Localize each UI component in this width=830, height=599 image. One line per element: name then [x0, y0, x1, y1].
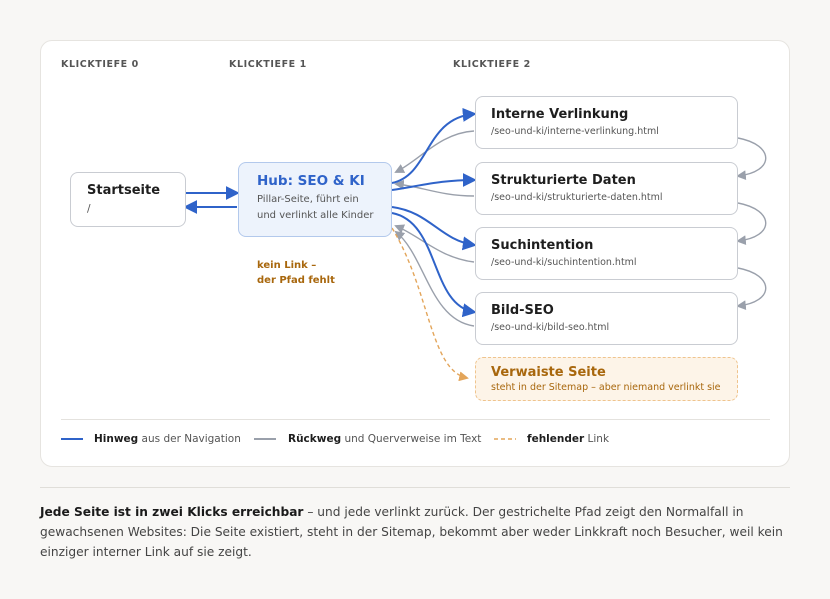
legend-back: Rückweg und Querverweise im Text: [288, 433, 481, 445]
node-title: Startseite: [87, 183, 161, 198]
node-title: Bild-SEO: [491, 303, 554, 318]
node-startseite[interactable]: Startseite /: [70, 172, 186, 227]
caption-bold: Jede Seite ist in zwei Klicks erreichbar: [40, 505, 304, 519]
section-divider: [40, 487, 790, 488]
node-interne-verlinkung[interactable]: Interne Verlinkung /seo-und-ki/interne-v…: [475, 96, 738, 149]
node-title: Suchintention: [491, 238, 594, 253]
node-note: steht in der Sitemap – aber niemand verl…: [491, 382, 721, 393]
edge-forward-bild-seo: [391, 212, 477, 318]
node-title: Hub: SEO & KI: [257, 173, 365, 189]
legend-missing-text: Link: [584, 433, 610, 445]
node-hub[interactable]: Hub: SEO & KI Pillar-Seite, führt ein un…: [238, 162, 392, 237]
node-title: Interne Verlinkung: [491, 107, 629, 122]
missing-link-note-line1: kein Link –: [257, 260, 317, 271]
edge-cross-1-2: [736, 137, 767, 181]
legend-missing: fehlender Link: [527, 433, 609, 445]
legend-back-text: und Querverweise im Text: [341, 433, 482, 445]
legend-back-bold: Rückweg: [288, 433, 342, 445]
legend-divider: [61, 419, 770, 420]
missing-link-note-line2: der Pfad fehlt: [257, 275, 335, 286]
legend-missing-bold: fehlender: [527, 433, 585, 445]
node-strukturierte-daten[interactable]: Strukturierte Daten /seo-und-ki/struktur…: [475, 162, 738, 215]
figure-caption: Jede Seite ist in zwei Klicks erreichbar…: [40, 502, 792, 562]
edge-back-strukturierte-daten: [394, 179, 475, 197]
node-orphan-page[interactable]: Verwaiste Seite steht in der Sitemap – a…: [475, 357, 738, 401]
node-suchintention[interactable]: Suchintention /seo-und-ki/suchintention.…: [475, 227, 738, 280]
node-path: /: [87, 203, 91, 215]
node-description-line2: und verlinkt alle Kinder: [257, 210, 374, 221]
legend-forward-text: aus der Navigation: [138, 433, 241, 445]
legend-forward: Hinweg aus der Navigation: [94, 433, 241, 445]
edge-forward-interne-verlinkung: [391, 107, 477, 184]
node-path: /seo-und-ki/suchintention.html: [491, 257, 637, 268]
node-path: /seo-und-ki/bild-seo.html: [491, 322, 610, 333]
legend-forward-bold: Hinweg: [94, 433, 139, 445]
edge-cross-3-4: [736, 267, 767, 311]
node-path: /seo-und-ki/interne-verlinkung.html: [491, 126, 659, 137]
edge-cross-2-3: [736, 202, 767, 246]
node-bild-seo[interactable]: Bild-SEO /seo-und-ki/bild-seo.html: [475, 292, 738, 345]
node-description-line1: Pillar-Seite, führt ein: [257, 194, 359, 205]
node-title: Strukturierte Daten: [491, 173, 636, 188]
edge-back-bild-seo: [394, 230, 475, 327]
node-title: Verwaiste Seite: [491, 365, 606, 380]
node-path: /seo-und-ki/strukturierte-daten.html: [491, 192, 663, 203]
